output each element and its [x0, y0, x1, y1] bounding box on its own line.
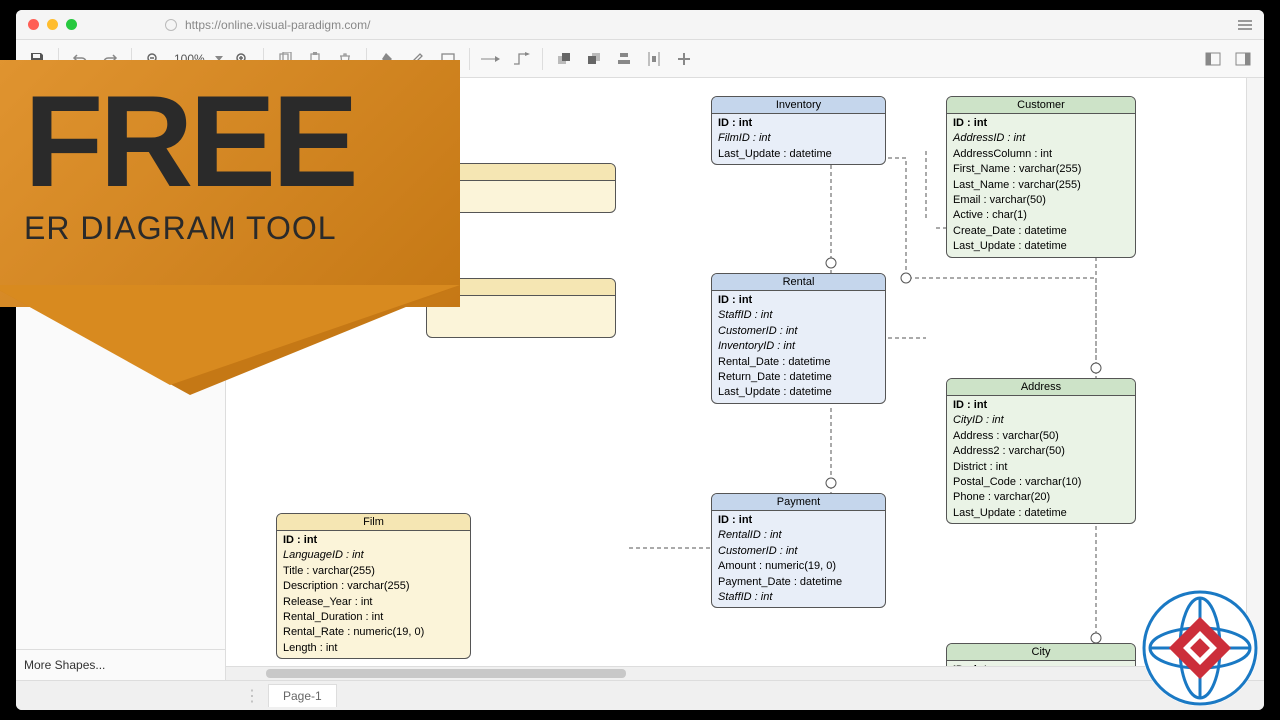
- panel-left-icon[interactable]: [1200, 46, 1226, 72]
- entity-column: ID : int: [953, 398, 1129, 413]
- entity-column: StaffID : int: [718, 590, 879, 605]
- banner-subtitle: ER DIAGRAM TOOL: [24, 210, 430, 247]
- entity-column: Return_Date : datetime: [718, 370, 879, 385]
- entity-column: Last_Update : datetime: [953, 506, 1129, 521]
- entity-column: First_Name : varchar(255): [953, 162, 1129, 177]
- entity-column: RentalID : int: [718, 528, 879, 543]
- entity-header: Address: [947, 379, 1135, 396]
- entity-column: Phone : varchar(20): [953, 490, 1129, 505]
- entity-header: Customer: [947, 97, 1135, 114]
- add-icon[interactable]: [671, 46, 697, 72]
- close-icon[interactable]: [28, 19, 39, 30]
- align-icon[interactable]: [611, 46, 637, 72]
- entity-column: Description : varchar(255): [283, 579, 464, 594]
- entity-column: Length : int: [283, 641, 464, 656]
- entity-column: District : int: [953, 460, 1129, 475]
- entity-column: StaffID : int: [718, 308, 879, 323]
- reload-icon[interactable]: [165, 19, 177, 31]
- entity-address[interactable]: Address ID : intCityID : intAddress : va…: [946, 378, 1136, 524]
- entity-column: CityID : int: [953, 413, 1129, 428]
- entity-column: Title : varchar(255): [283, 564, 464, 579]
- entity-column: Last_Update : datetime: [953, 239, 1129, 254]
- entity-column: ID : int: [283, 533, 464, 548]
- app-logo-icon: [1140, 588, 1260, 708]
- entity-column: Amount : numeric(19, 0): [718, 559, 879, 574]
- entity-column: Rental_Rate : numeric(19, 0): [283, 625, 464, 640]
- tab-bar: ⋮ Page-1: [16, 680, 1264, 710]
- entity-column: Rental_Date : datetime: [718, 355, 879, 370]
- entity-column: Address : varchar(50): [953, 429, 1129, 444]
- entity-header: Rental: [712, 274, 885, 291]
- more-shapes-button[interactable]: More Shapes...: [16, 649, 225, 680]
- entity-header: City: [947, 644, 1135, 661]
- promo-banner: FREE ER DIAGRAM TOOL: [0, 60, 460, 307]
- entity-column: Payment_Date : datetime: [718, 575, 879, 590]
- horizontal-scrollbar[interactable]: [226, 666, 1246, 680]
- distribute-icon[interactable]: [641, 46, 667, 72]
- url-text: https://online.visual-paradigm.com/: [185, 18, 370, 32]
- maximize-icon[interactable]: [66, 19, 77, 30]
- entity-column: LanguageID : int: [283, 548, 464, 563]
- entity-column: Rental_Duration : int: [283, 610, 464, 625]
- entity-column: FilmID : int: [718, 131, 879, 146]
- entity-header: Inventory: [712, 97, 885, 114]
- banner-tail-icon: [0, 285, 460, 415]
- entity-column: AddressColumn : int: [953, 147, 1129, 162]
- panel-right-icon[interactable]: [1230, 46, 1256, 72]
- entity-column: Create_Date : datetime: [953, 224, 1129, 239]
- url-bar[interactable]: https://online.visual-paradigm.com/: [165, 18, 370, 32]
- connector-start-icon[interactable]: [478, 46, 504, 72]
- entity-column: CustomerID : int: [718, 544, 879, 559]
- tab-grip-icon[interactable]: ⋮: [236, 686, 268, 706]
- entity-customer[interactable]: Customer ID : intAddressID : intAddressC…: [946, 96, 1136, 258]
- menu-icon[interactable]: [1238, 20, 1252, 30]
- entity-rental[interactable]: Rental ID : intStaffID : intCustomerID :…: [711, 273, 886, 404]
- entity-column: AddressID : int: [953, 131, 1129, 146]
- entity-column: Last_Update : datetime: [718, 385, 879, 400]
- connector-waypoint-icon[interactable]: [508, 46, 534, 72]
- entity-column: Address2 : varchar(50): [953, 444, 1129, 459]
- tab-page1[interactable]: Page-1: [268, 684, 337, 707]
- to-back-icon[interactable]: [581, 46, 607, 72]
- banner-title: FREE: [24, 80, 430, 204]
- to-front-icon[interactable]: [551, 46, 577, 72]
- titlebar: https://online.visual-paradigm.com/: [16, 10, 1264, 40]
- entity-inventory[interactable]: Inventory ID : intFilmID : intLast_Updat…: [711, 96, 886, 165]
- entity-header: Payment: [712, 494, 885, 511]
- entity-column: ID : int: [718, 513, 879, 528]
- entity-column: Email : varchar(50): [953, 193, 1129, 208]
- entity-film[interactable]: Film ID : intLanguageID : intTitle : var…: [276, 513, 471, 659]
- entity-column: ID : int: [718, 116, 879, 131]
- entity-column: Postal_Code : varchar(10): [953, 475, 1129, 490]
- entity-header: Film: [277, 514, 470, 531]
- entity-column: InventoryID : int: [718, 339, 879, 354]
- entity-column: ID : int: [953, 116, 1129, 131]
- entity-column: ID : int: [718, 293, 879, 308]
- minimize-icon[interactable]: [47, 19, 58, 30]
- entity-column: Release_Year : int: [283, 595, 464, 610]
- entity-column: Active : char(1): [953, 208, 1129, 223]
- entity-column: Last_Name : varchar(255): [953, 178, 1129, 193]
- entity-column: Last_Update : datetime: [718, 147, 879, 162]
- entity-payment[interactable]: Payment ID : intRentalID : intCustomerID…: [711, 493, 886, 608]
- entity-column: CustomerID : int: [718, 324, 879, 339]
